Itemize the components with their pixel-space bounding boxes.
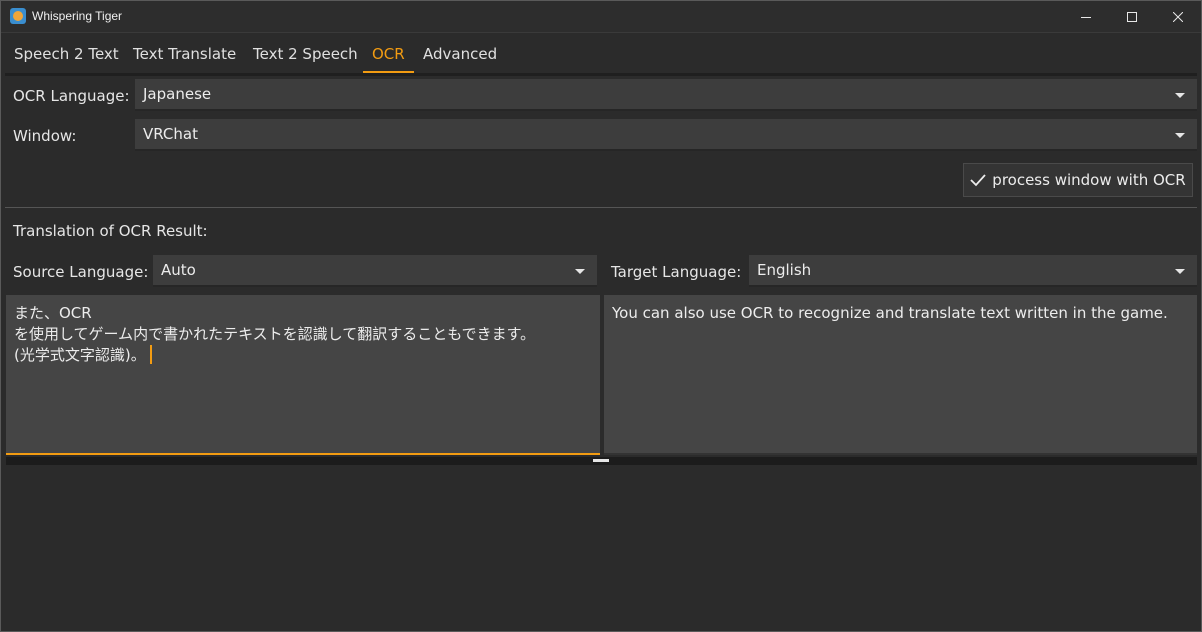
title-bar: Whispering Tiger [1, 1, 1201, 33]
translation-section-title: Translation of OCR Result: [13, 222, 208, 240]
chevron-down-icon [575, 269, 585, 274]
ocr-language-value: Japanese [143, 85, 212, 103]
source-language-value: Auto [161, 261, 196, 279]
maximize-icon [1127, 11, 1137, 22]
minimize-icon [1081, 16, 1091, 18]
tab-speech-2-text[interactable]: Speech 2 Text [5, 37, 128, 71]
section-divider [5, 207, 1197, 208]
target-language-select[interactable]: English [749, 255, 1197, 287]
target-text-area[interactable]: You can also use OCR to recognize and tr… [604, 295, 1197, 455]
window-value: VRChat [143, 125, 198, 143]
minimize-button[interactable] [1063, 1, 1109, 32]
window-label: Window: [13, 127, 77, 145]
tiger-app-icon [10, 8, 26, 24]
tab-bar: Speech 2 Text Text Translate Text 2 Spee… [5, 37, 1197, 75]
ocr-language-label: OCR Language: [13, 87, 130, 105]
source-language-label: Source Language: [13, 263, 149, 281]
process-window-ocr-button[interactable]: process window with OCR [963, 163, 1193, 197]
close-icon [1173, 11, 1183, 22]
chevron-down-icon [1175, 269, 1185, 274]
window-title: Whispering Tiger [32, 9, 123, 23]
tab-bar-underline [5, 73, 1197, 76]
target-language-label: Target Language: [611, 263, 742, 281]
tab-advanced[interactable]: Advanced [414, 37, 506, 71]
source-text-area[interactable]: また、OCR を使用してゲーム内で書かれたテキストを認識して翻訳することもできま… [6, 295, 600, 455]
process-window-ocr-label: process window with OCR [992, 171, 1186, 189]
chevron-down-icon [1175, 133, 1185, 138]
window-select[interactable]: VRChat [135, 119, 1197, 151]
tab-ocr[interactable]: OCR [363, 37, 414, 75]
splitter-handle[interactable] [593, 459, 609, 462]
tab-text-translate[interactable]: Text Translate [124, 37, 245, 71]
source-text: また、OCR を使用してゲーム内で書かれたテキストを認識して翻訳することもできま… [14, 304, 536, 364]
ocr-language-select[interactable]: Japanese [135, 79, 1197, 111]
tab-text-2-speech[interactable]: Text 2 Speech [244, 37, 367, 71]
target-language-value: English [757, 261, 812, 279]
chevron-down-icon [1175, 93, 1185, 98]
close-button[interactable] [1155, 1, 1201, 32]
checkmark-icon [970, 174, 986, 187]
source-language-select[interactable]: Auto [153, 255, 597, 287]
app-window: Whispering Tiger Speech 2 Text Text Tran… [0, 0, 1202, 632]
target-text: You can also use OCR to recognize and tr… [612, 304, 1168, 322]
maximize-button[interactable] [1109, 1, 1155, 32]
text-cursor [149, 345, 152, 364]
